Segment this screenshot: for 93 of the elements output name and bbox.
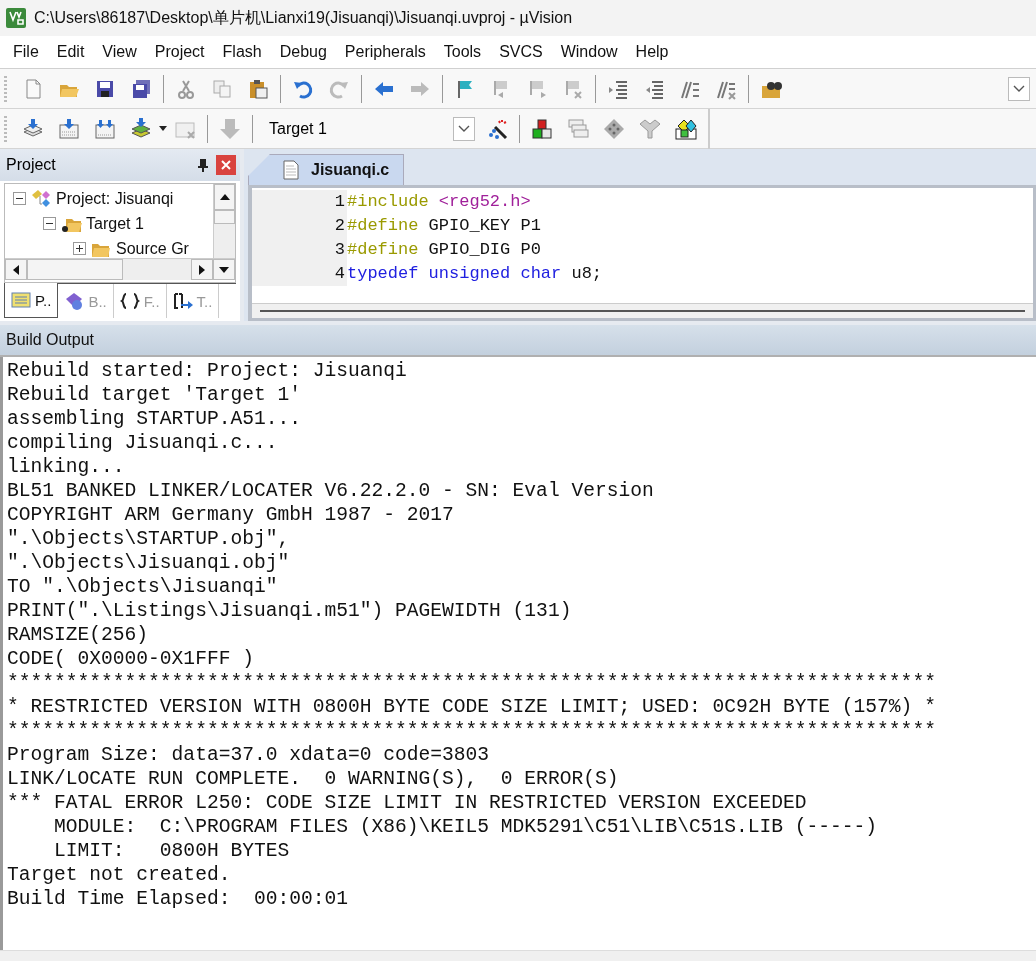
output-line: assembling STARTUP.A51... [7, 407, 302, 431]
file-tab[interactable]: Jisuanqi.c [248, 154, 405, 185]
close-icon [221, 160, 231, 170]
menu-item[interactable]: Peripherals [335, 39, 435, 65]
list-window-icon [11, 290, 31, 310]
output-line: BL51 BANKED LINKER/LOCATER V6.22.2.0 - SN: Eval Version [7, 479, 655, 503]
menu-item[interactable]: Flash [213, 39, 271, 65]
menu-item[interactable]: Debug [270, 39, 336, 65]
menu-item[interactable]: View [93, 39, 146, 65]
menu-item[interactable]: SVCS [490, 39, 552, 65]
triangle-down-icon [219, 266, 229, 273]
line-number: 1 [333, 191, 346, 213]
copy-icon [211, 77, 233, 100]
output-line: ******************************************************************************* [7, 671, 937, 695]
code-line: #define GPIO_DIG P0 [347, 239, 542, 261]
collapse-icon[interactable] [43, 217, 56, 230]
collapse-icon[interactable] [13, 192, 26, 205]
output-line: RAMSIZE(256) [7, 623, 150, 647]
grid-down-arrow-icon [58, 117, 80, 140]
scrollbar-thumb[interactable] [214, 210, 235, 224]
book-icon [64, 291, 85, 311]
scrollbar-thumb[interactable] [27, 259, 123, 280]
grid-double-arrow-icon [94, 117, 116, 140]
code-line: #define GPIO_KEY P1 [347, 215, 542, 237]
panel-title: Project [6, 156, 57, 174]
app-logo-icon [6, 8, 26, 28]
output-line: LIMIT: 0800H BYTES [53, 839, 291, 863]
braces-icon [119, 291, 140, 311]
triangle-up-icon [219, 194, 230, 200]
colored-blocks-icon [531, 117, 553, 140]
tree-item[interactable]: Source Gr [116, 239, 189, 258]
output-line: CODE( 0X0000-0X1FFF ) [7, 647, 255, 671]
code-line: typedef unsigned char u8; [347, 263, 604, 285]
chevron-down-icon [1013, 84, 1025, 93]
output-line: COPYRIGHT ARM Germany GmbH 1987 - 2017 [7, 503, 455, 527]
menu-item[interactable]: Edit [47, 39, 94, 65]
funnel-icon [639, 117, 661, 140]
clipboard-icon [247, 77, 269, 100]
pin-icon [198, 158, 208, 172]
load-icon [219, 117, 241, 140]
pin-button[interactable] [198, 158, 208, 172]
output-line: Build Time Elapsed: 00:00:01 [7, 887, 349, 911]
scroll-up-button[interactable] [214, 184, 235, 210]
magic-wand-icon [486, 117, 508, 140]
output-line: Rebuild target 'Target 1' [7, 383, 302, 407]
output-line: MODULE: C:\PROGRAM FILES (X86)\KEIL5 MDK5291\C51\LIB\C51S.LIB (-----) [53, 815, 879, 839]
menu-item[interactable]: Tools [434, 39, 491, 65]
menu-item[interactable]: Help [626, 39, 678, 65]
line-number: 3 [333, 239, 346, 261]
brackets-arrow-icon [172, 291, 193, 311]
triangle-right-icon [199, 264, 205, 275]
output-line: TO ".\Objects\Jisuanqi" [7, 575, 279, 599]
diamond-icon [603, 117, 625, 140]
output-line: LINK/LOCATE RUN COMPLETE. 0 WARNING(S), 0 ERROR(S) [7, 767, 620, 791]
horizontal-scrollbar[interactable] [0, 950, 1036, 961]
output-line: Rebuild started: Project: Jisuanqi [7, 359, 408, 383]
scroll-left-button[interactable] [5, 259, 27, 280]
toolbar-options-button[interactable] [1008, 76, 1030, 101]
code-line: #include <reg52.h> [347, 191, 532, 213]
panel-title: Build Output [0, 321, 1036, 357]
output-line: ".\Objects\Jisuanqi.obj" [7, 551, 291, 575]
menu-item[interactable]: Window [551, 39, 627, 65]
close-button[interactable] [216, 155, 236, 175]
output-line: Program Size: data=37.0 xdata=0 code=3803 [7, 743, 491, 767]
layered-stack-icon [130, 117, 152, 140]
caret-down-icon[interactable] [159, 126, 167, 131]
chevron-down-icon [458, 124, 470, 133]
line-number: 2 [333, 215, 346, 237]
output-line: ".\Objects\STARTUP.obj", [7, 527, 291, 551]
window-title: C:\Users\86187\Desktop\单片机\Lianxi19(Jisuanqi)\Jisuanqi.uvproj - µVision [34, 7, 573, 28]
expand-icon[interactable] [73, 242, 86, 255]
scroll-right-button[interactable] [191, 259, 213, 280]
output-line: PRINT(".\Listings\Jisuanqi.m51") PAGEWIDTH (131) [7, 599, 573, 623]
output-line: ******************************************************************************* [7, 719, 937, 743]
output-line: Target not created. [7, 863, 232, 887]
project-diamonds-icon [30, 188, 52, 209]
tree-item[interactable]: Target 1 [86, 214, 144, 233]
panel-tab[interactable]: P.. [4, 283, 59, 318]
scroll-down-button[interactable] [213, 259, 235, 280]
output-line: *** FATAL ERROR L250: CODE SIZE LIMIT IN RESTRICTED VERSION EXCEEDED [7, 791, 808, 815]
line-number: 4 [333, 263, 346, 285]
horizontal-scrollbar[interactable] [252, 303, 1033, 318]
menu-item[interactable]: File [4, 39, 48, 65]
output-line: * RESTRICTED VERSION WITH 0800H BYTE CODE SIZE LIMIT; USED: 0C92H BYTE (157%) * [7, 695, 937, 719]
output-line: linking... [7, 455, 126, 479]
document-icon [283, 160, 299, 180]
menu-item[interactable]: Project [145, 39, 214, 65]
tree-item[interactable]: Project: Jisuanqi [56, 189, 174, 208]
output-line: compiling Jisuanqi.c... [7, 431, 279, 455]
save-all-icon [130, 77, 152, 100]
dice-icon [675, 117, 697, 140]
triangle-left-icon [13, 264, 19, 275]
stacked-windows-icon [567, 117, 589, 140]
